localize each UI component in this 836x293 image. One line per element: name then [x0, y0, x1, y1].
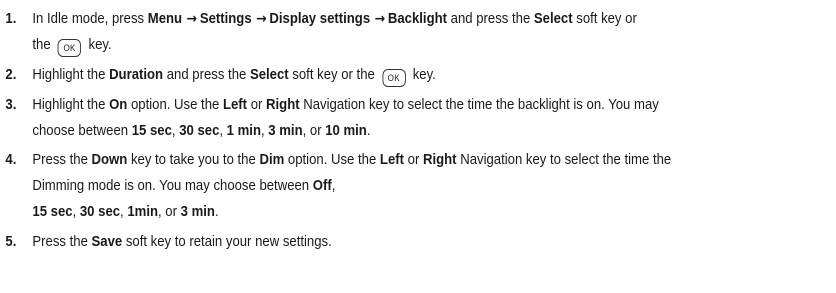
- right-term: Right: [423, 152, 457, 168]
- step-body: Press the Save soft key to retain your n…: [32, 229, 824, 255]
- step-text: option. Use the: [127, 97, 223, 113]
- select-term: Select: [249, 67, 289, 83]
- step-number: 5.: [5, 234, 17, 250]
- left-term: Left: [222, 97, 248, 113]
- ok-key-icon: OK: [57, 39, 82, 57]
- step-line: the OK key.: [32, 32, 824, 58]
- ok-key-icon: OK: [382, 69, 406, 87]
- step-text: , or: [302, 123, 326, 139]
- step-text: Highlight the: [32, 67, 110, 83]
- step-body: In Idle mode, press Menu → Settings → Displa…: [32, 6, 824, 58]
- step-line: Highlight the Duration and press the Sel…: [32, 62, 824, 88]
- step-text: key to take you to the: [127, 152, 260, 168]
- option-term: 30 sec: [79, 204, 121, 220]
- backlight-term: Backlight: [387, 11, 448, 27]
- step-text: Press the: [32, 234, 92, 250]
- right-arrow-icon: →: [186, 11, 198, 27]
- option-term: 30 sec: [179, 123, 220, 139]
- step-text: ,: [260, 123, 269, 139]
- step-text: soft key to retain your new settings.: [122, 234, 332, 250]
- step-text: the: [32, 37, 55, 53]
- right-arrow-icon: →: [374, 11, 386, 27]
- option-term: 1min: [127, 204, 159, 220]
- right-term: Right: [266, 97, 300, 113]
- step-text: and press the: [447, 11, 534, 27]
- step-number: 4.: [5, 152, 17, 168]
- option-term: 15 sec: [131, 123, 172, 139]
- step-number: 1.: [5, 11, 17, 27]
- option-term: 1 min: [226, 123, 261, 139]
- step-text: soft key or: [572, 11, 637, 27]
- step-text: ,: [171, 123, 180, 139]
- step-text: In Idle mode, press: [32, 11, 148, 27]
- step-text: option. Use the: [284, 152, 380, 168]
- step-text: ,: [331, 178, 336, 194]
- option-term: 3 min: [180, 204, 215, 220]
- step-number: 3.: [5, 97, 17, 113]
- select-term: Select: [533, 11, 573, 27]
- step-text: or: [404, 152, 423, 168]
- step-text: key.: [409, 67, 436, 83]
- duration-term: Duration: [109, 67, 164, 83]
- option-term: 3 min: [268, 123, 303, 139]
- settings-term: Settings: [199, 11, 252, 27]
- display-settings-term: Display settings: [269, 11, 371, 27]
- step-text: ,: [120, 204, 128, 220]
- step-number: 2.: [5, 67, 17, 83]
- step-text: ,: [219, 123, 227, 139]
- step-text: .: [366, 123, 371, 139]
- step-body: Highlight the Duration and press the Sel…: [32, 62, 824, 88]
- step-line: In Idle mode, press Menu → Settings → Displa…: [32, 6, 824, 32]
- step-text: Dimming mode is on. You may choose betwe…: [32, 178, 313, 194]
- save-term: Save: [91, 234, 123, 250]
- step-text: or: [247, 97, 267, 113]
- on-term: On: [109, 97, 128, 113]
- step-text: Highlight the: [32, 97, 110, 113]
- step-line: choose between 15 sec, 30 sec, 1 min, 3 …: [32, 118, 824, 144]
- down-term: Down: [91, 152, 128, 168]
- step-text: Navigation key to select the time the ba…: [299, 97, 659, 113]
- step-text: Press the: [32, 152, 92, 168]
- step-text: Navigation key to select the time the: [456, 152, 672, 168]
- step-line: 15 sec, 30 sec, 1min, or 3 min.: [32, 199, 824, 225]
- step-text: key.: [84, 37, 112, 53]
- off-term: Off: [312, 178, 332, 194]
- left-term: Left: [379, 152, 405, 168]
- step-line: Press the Down key to take you to the Di…: [32, 147, 824, 173]
- step-line: Highlight the On option. Use the Left or…: [32, 92, 824, 118]
- step-text: ,: [72, 204, 80, 220]
- step-text: .: [214, 204, 219, 220]
- step-body: Highlight the On option. Use the Left or…: [32, 92, 824, 144]
- dim-term: Dim: [259, 152, 285, 168]
- step-text: and press the: [163, 67, 250, 83]
- step-body: Press the Down key to take you to the Di…: [32, 147, 824, 225]
- menu-term: Menu: [147, 11, 183, 27]
- step-text: , or: [158, 204, 181, 220]
- step-text: choose between: [32, 123, 132, 139]
- step-text: soft key or the: [288, 67, 379, 83]
- right-arrow-icon: →: [256, 11, 267, 27]
- option-term: 10 min: [325, 123, 367, 139]
- option-term: 15 sec: [32, 204, 73, 220]
- step-line: Press the Save soft key to retain your n…: [32, 229, 824, 255]
- step-line: Dimming mode is on. You may choose betwe…: [32, 173, 824, 199]
